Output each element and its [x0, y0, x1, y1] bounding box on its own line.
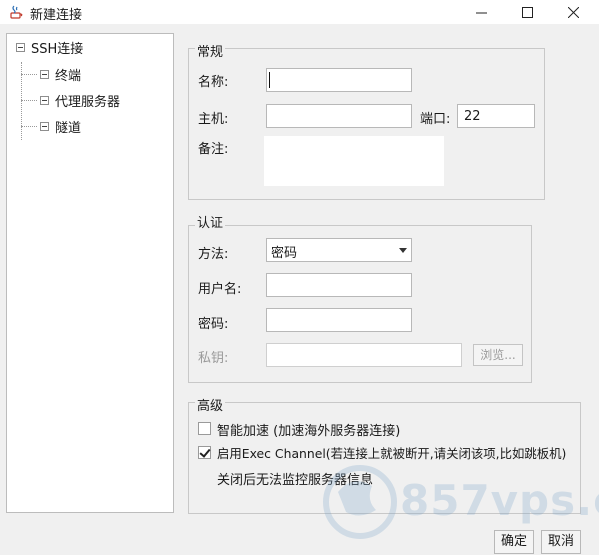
host-label: 主机: — [198, 112, 229, 127]
maximize-button[interactable] — [504, 0, 550, 24]
collapse-toggle-icon[interactable] — [16, 42, 25, 52]
name-label: 名称: — [198, 75, 229, 90]
exec-channel-note: 关闭后无法监控服务器信息 — [217, 473, 374, 488]
smart-accel-label: 智能加速 (加速海外服务器连接) — [217, 424, 401, 439]
tree-item-label: 终端 — [55, 68, 82, 84]
title-bar: 新建连接 — [0, 0, 599, 24]
minimize-button[interactable] — [458, 0, 504, 24]
browse-button[interactable]: 浏览... — [473, 344, 523, 366]
ok-button[interactable]: 确定 — [494, 530, 534, 554]
tree-item-terminal[interactable]: 终端 — [40, 64, 81, 84]
tree-item-proxy[interactable]: 代理服务器 — [40, 90, 120, 110]
minimize-icon — [475, 12, 487, 13]
host-input[interactable] — [266, 104, 412, 128]
username-input[interactable] — [266, 273, 412, 297]
dropdown-arrow-icon — [399, 248, 407, 253]
username-label: 用户名: — [198, 282, 242, 297]
private-key-input[interactable] — [266, 343, 462, 367]
exec-channel-checkbox[interactable] — [198, 446, 211, 459]
note-textarea[interactable] — [264, 136, 444, 186]
private-key-label: 私钥: — [198, 351, 229, 366]
maximize-icon — [521, 6, 533, 18]
tree-connector — [21, 126, 37, 127]
tree-item-tunnel[interactable]: 隧道 — [40, 116, 81, 136]
close-icon — [567, 6, 579, 18]
general-group-title: 常规 — [195, 41, 226, 60]
method-label: 方法: — [198, 247, 229, 262]
cancel-button[interactable]: 取消 — [541, 530, 581, 554]
java-app-icon — [10, 5, 23, 19]
collapse-toggle-icon[interactable] — [40, 121, 49, 131]
port-label: 端口: — [420, 112, 451, 127]
smart-accel-checkbox[interactable] — [198, 422, 211, 435]
auth-method-select[interactable]: 密码 — [266, 238, 412, 262]
tree-item-ssh[interactable]: SSH连接 — [16, 37, 83, 57]
tree-connector — [21, 100, 37, 101]
advanced-group-title: 高级 — [195, 395, 226, 414]
tree-item-label: SSH连接 — [31, 41, 84, 57]
name-input[interactable] — [266, 68, 412, 92]
window-title: 新建连接 — [30, 8, 83, 23]
collapse-toggle-icon[interactable] — [40, 95, 49, 105]
auth-method-value: 密码 — [271, 246, 298, 261]
tree-connector — [21, 74, 37, 75]
password-input[interactable] — [266, 308, 412, 332]
port-input[interactable] — [457, 104, 535, 128]
dialog-body: SSH连接 终端 代理服务器 隧道 常规 名称: 主机: 端口: 备注: 认证 … — [0, 24, 599, 555]
settings-tree: SSH连接 终端 代理服务器 隧道 — [6, 33, 174, 513]
auth-group-title: 认证 — [195, 212, 226, 231]
exec-channel-label: 启用Exec Channel(若连接上就被断开,请关闭该项,比如跳板机) — [217, 446, 567, 461]
text-caret — [269, 72, 270, 88]
note-label: 备注: — [198, 142, 229, 157]
password-label: 密码: — [198, 317, 229, 332]
collapse-toggle-icon[interactable] — [40, 69, 49, 79]
close-button[interactable] — [550, 0, 596, 24]
tree-item-label: 隧道 — [55, 120, 82, 136]
tree-item-label: 代理服务器 — [55, 94, 121, 110]
